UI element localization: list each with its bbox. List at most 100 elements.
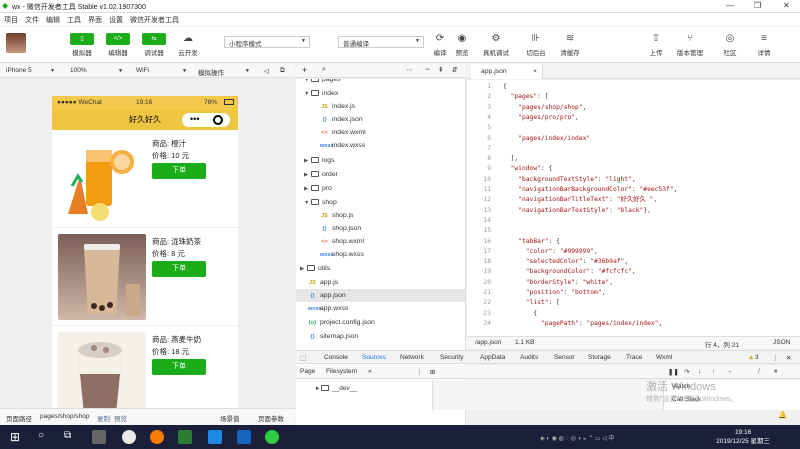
preview-link[interactable]: 预览 bbox=[114, 413, 127, 423]
toggle-navigator-icon[interactable]: ⊞ bbox=[430, 368, 435, 376]
chrome-icon[interactable] bbox=[122, 430, 136, 444]
product-card[interactable]: 商品: 橙汁 价格: 10 元 下单 bbox=[52, 132, 238, 228]
menu-tools[interactable]: 工具 bbox=[67, 15, 81, 25]
tree-folder-pro[interactable]: ▶ pro bbox=[304, 182, 332, 195]
background-button[interactable]: ⊪ 切后台 bbox=[524, 33, 548, 57]
tree-file-shop-wxss[interactable]: wxssshop.wxss bbox=[320, 248, 364, 261]
tree-item-dev[interactable]: ▸ __dev__ bbox=[316, 384, 357, 392]
tree-file-app-json[interactable]: {} app.json bbox=[296, 289, 465, 302]
tree-file-index-wxml[interactable]: <> index.wxml bbox=[320, 126, 365, 139]
tree-file-index-json[interactable]: {} index.json bbox=[320, 113, 362, 126]
compile-mode-select[interactable]: 普通编译 ▼ bbox=[338, 36, 424, 48]
simulator-button[interactable]: ▯ 模拟器 bbox=[70, 33, 94, 57]
editor-tab-app-json[interactable]: app.json × bbox=[471, 64, 543, 79]
tree-file-app-wxss[interactable]: wxssapp.wxss bbox=[308, 302, 348, 315]
devtools-tab-wxml[interactable]: Wxml bbox=[656, 354, 672, 361]
pause-exceptions-icon[interactable]: ⏸ bbox=[774, 368, 777, 376]
scene-value-button[interactable]: 场景值 bbox=[220, 413, 240, 423]
wechat-devtools-taskbar-icon[interactable] bbox=[178, 430, 192, 444]
task-view-icon[interactable]: ⧉ bbox=[64, 430, 71, 441]
step-icon[interactable]: → bbox=[726, 368, 733, 375]
maximize-button[interactable]: ❐ bbox=[754, 1, 761, 10]
page-params-button[interactable]: 页面参数 bbox=[258, 413, 284, 423]
tree-file-index-js[interactable]: JS index.js bbox=[320, 100, 355, 113]
popout-icon[interactable]: ⧉ bbox=[280, 67, 285, 75]
zoom-select[interactable]: 100% bbox=[70, 67, 87, 74]
tree-folder-shop[interactable]: ▼ shop bbox=[304, 196, 337, 209]
settings-more-icon[interactable]: ⋮ bbox=[772, 354, 779, 362]
upload-button[interactable]: ⇧ 上传 bbox=[644, 33, 668, 57]
close-tab-icon[interactable]: × bbox=[533, 64, 537, 79]
copy-link[interactable]: 复制 bbox=[97, 413, 110, 423]
tree-file-index-wxss[interactable]: wxssindex.wxss bbox=[320, 139, 365, 152]
preview-button[interactable]: ◉ 预览 bbox=[450, 33, 474, 57]
more-dots-icon[interactable]: ••• bbox=[190, 109, 199, 129]
version-button[interactable]: ⑂ 版本管理 bbox=[677, 33, 703, 57]
menu-project[interactable]: 项目 bbox=[4, 15, 18, 25]
tree-folder-utils[interactable]: ▶ utils bbox=[300, 262, 330, 275]
system-tray-icons[interactable]: ◈ ◐ ◉ ◍ ◌ ◎ ◑ ◒ ⌃ ▭ ◁ 中 bbox=[540, 433, 670, 442]
visual-studio-icon[interactable] bbox=[208, 430, 222, 444]
menu-more-icon[interactable]: ⋯ bbox=[406, 66, 413, 74]
firefox-icon[interactable] bbox=[150, 430, 164, 444]
language-mode[interactable]: JSON bbox=[773, 339, 790, 346]
mode-select[interactable]: 小程序模式 ▼ bbox=[224, 36, 310, 48]
debugger-button[interactable]: ⇆ 调试器 bbox=[142, 33, 166, 57]
volume-icon[interactable]: ◁ bbox=[264, 67, 269, 75]
details-button[interactable]: ≡ 详情 bbox=[752, 33, 776, 57]
collapse-icon[interactable]: ⇞ bbox=[438, 66, 444, 74]
product-card[interactable]: 商品: 泷珠奶茶 价格: 8 元 下单 bbox=[52, 230, 238, 326]
wechat-icon[interactable] bbox=[265, 430, 279, 444]
sources-tab-page[interactable]: Page bbox=[300, 368, 315, 375]
menu-edit[interactable]: 编辑 bbox=[46, 15, 60, 25]
capsule-menu[interactable]: ••• bbox=[182, 113, 230, 127]
menu-file[interactable]: 文件 bbox=[25, 15, 39, 25]
step-over-icon[interactable]: ↷ bbox=[684, 368, 689, 376]
tree-file-project-config[interactable]: {o} project.config.json bbox=[308, 316, 375, 329]
avatar[interactable] bbox=[6, 33, 26, 53]
devtools-tab-trace[interactable]: Trace bbox=[626, 354, 642, 361]
search-icon[interactable]: ○ bbox=[38, 430, 44, 441]
tree-file-shop-json[interactable]: {} shop.json bbox=[320, 222, 361, 235]
close-button[interactable]: ✕ bbox=[783, 1, 790, 10]
tree-file-app-js[interactable]: JS app.js bbox=[308, 276, 338, 289]
devtools-tab-sources[interactable]: Sources bbox=[362, 354, 386, 361]
more-tabs-icon[interactable]: » bbox=[368, 368, 372, 375]
devtools-tab-audits[interactable]: Audits bbox=[520, 354, 538, 361]
compile-button[interactable]: ⟳ 编译 bbox=[428, 33, 452, 57]
operation-select[interactable]: 模拟操作 bbox=[198, 67, 224, 77]
community-button[interactable]: ◎ 社区 bbox=[718, 33, 742, 57]
remote-debug-button[interactable]: ⚙ 真机调试 bbox=[483, 33, 509, 57]
step-into-icon[interactable]: ↓ bbox=[698, 368, 701, 375]
clear-cache-button[interactable]: ≋ 清缓存 bbox=[558, 33, 582, 57]
word-icon[interactable] bbox=[237, 430, 251, 444]
tree-folder-pages[interactable]: ▼ pages bbox=[304, 79, 341, 86]
devtools-tab-sensor[interactable]: Sensor bbox=[554, 354, 575, 361]
menu-devtools[interactable]: 微信开发者工具 bbox=[130, 15, 179, 25]
sources-tab-filesystem[interactable]: Filesystem bbox=[326, 368, 357, 375]
editor-button[interactable]: </> 编辑器 bbox=[106, 33, 130, 57]
close-capsule-icon[interactable] bbox=[213, 115, 223, 125]
devtools-tab-console[interactable]: Console bbox=[324, 354, 348, 361]
product-card[interactable]: 商品: 燕麦牛奶 价格: 18 元 下单 bbox=[52, 328, 238, 408]
menu-view[interactable]: 界面 bbox=[88, 15, 102, 25]
device-select[interactable]: iPhone 5 bbox=[6, 67, 32, 74]
windows-start-icon[interactable]: ⊞ bbox=[10, 430, 20, 444]
sort-icon[interactable]: ⇵ bbox=[452, 66, 458, 74]
tree-folder-order[interactable]: ▶ order bbox=[304, 168, 338, 181]
devtools-tab-appdata[interactable]: AppData bbox=[480, 354, 505, 361]
deactivate-breakpoints-icon[interactable]: ⧸ bbox=[758, 368, 760, 376]
pause-icon[interactable]: ❚❚ bbox=[668, 368, 679, 376]
taskbar-clock[interactable]: 19:16 2019/12/25 星期三 bbox=[716, 428, 770, 446]
buy-button[interactable]: 下单 bbox=[152, 359, 206, 375]
menu-settings[interactable]: 设置 bbox=[109, 15, 123, 25]
tree-folder-logs[interactable]: ▶ logs bbox=[304, 154, 334, 167]
cloud-dev-button[interactable]: ☁ 云开发 bbox=[176, 33, 200, 57]
buy-button[interactable]: 下单 bbox=[152, 163, 206, 179]
devtools-tab-network[interactable]: Network bbox=[400, 354, 424, 361]
warning-icon[interactable]: ▲ bbox=[748, 354, 754, 361]
tree-file-shop-js[interactable]: JS shop.js bbox=[320, 209, 353, 222]
settings-app-icon[interactable] bbox=[92, 430, 106, 444]
inspect-icon[interactable]: ⬚ bbox=[300, 354, 306, 362]
minimize-button[interactable]: — bbox=[726, 1, 734, 10]
